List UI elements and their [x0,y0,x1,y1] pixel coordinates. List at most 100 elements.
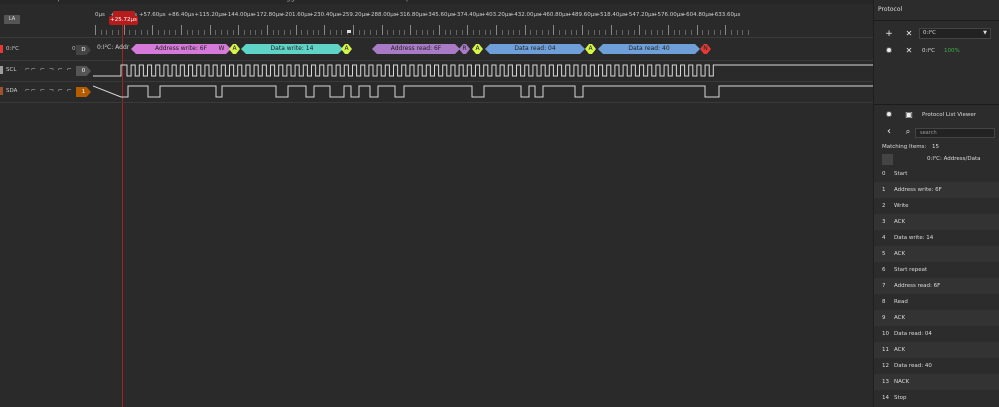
toolbar-label[interactable]: Measure [248,0,278,2]
list-item-index: 3 [882,219,886,225]
ruler-major-tick [610,25,612,35]
annotation-block[interactable]: Data read: 40 [598,44,700,54]
ruler-major-tick [209,25,211,35]
toolbar-label[interactable]: Start [222,0,239,2]
list-item[interactable]: 6 Start repeat [874,262,999,278]
ruler-major-tick [725,25,727,35]
annotation-marker[interactable]: N [700,44,711,54]
list-item[interactable]: 4 Data write: 14 [874,230,999,246]
ruler-minor-tick [364,30,366,35]
annotation-block[interactable]: Address read: 6F [372,44,460,54]
la-device-badge[interactable]: LA [4,15,20,24]
list-item[interactable]: 1 Address write: 6F [874,182,999,198]
ruler-minor-tick [175,30,177,35]
ruler-tick-label: +316.80μs [395,12,426,18]
decoder-channel-header[interactable]: 0:I²C 0 D [0,42,93,58]
toolbar-label[interactable]: Search [366,0,390,2]
sda-waveform[interactable] [93,83,873,99]
ruler-major-tick [266,25,268,35]
settings-gear-icon[interactable]: ✹ [884,46,894,56]
list-item-value: Start [894,171,908,177]
scl-name: SCL [6,67,17,73]
list-item[interactable]: 7 Address read: 6F [874,278,999,294]
ruler-major-tick [553,25,555,35]
ruler-minor-tick [370,30,372,35]
annotation-block[interactable]: Data write: 14 [241,44,343,54]
search-input[interactable]: search [915,128,995,138]
list-item[interactable]: 10 Data read: 04 [874,326,999,342]
toolbar-label[interactable]: Tip [400,0,410,2]
ruler-tick-label: +144.00μs [223,12,254,18]
list-item[interactable]: 12 Data read: 40 [874,358,999,374]
trigger-icons[interactable]: ⌐⌐ ⌐ ¬ ⌐ ⌐ [25,66,73,73]
ruler-minor-tick [490,30,492,35]
decoder-tag[interactable]: D [76,45,91,55]
list-item-value: ACK [894,315,906,321]
list-item-index: 5 [882,251,886,257]
list-item[interactable]: 3 ACK [874,214,999,230]
delete-decoder-icon[interactable]: ✕ [904,46,914,56]
annotation-marker[interactable]: A [585,44,596,54]
list-item[interactable]: 2 Write [874,198,999,214]
scl-waveform[interactable] [93,62,873,78]
save-icon[interactable]: ▣ [904,110,914,120]
list-item-index: 4 [882,235,886,241]
list-item[interactable]: 9 ACK [874,310,999,326]
ruler-minor-tick [404,30,406,35]
scl-channel-header[interactable]: SCL ⌐⌐ ⌐ ¬ ⌐ ⌐ 0 [0,63,93,79]
ruler-minor-tick [564,30,566,35]
ruler-major-tick [496,25,498,35]
cursor-time-badge[interactable]: +25.72μs [109,16,138,25]
sda-tag[interactable]: 1 [76,87,91,97]
time-ruler[interactable]: 0μs+28.80μs+57.60μs+86.40μs+115.20μs+144… [93,6,873,36]
list-item-index: 11 [882,347,889,353]
ruler-minor-tick [645,30,647,35]
annotation-marker[interactable]: A [472,44,483,54]
ruler-tick-label: +57.60μs [138,12,166,18]
column-toggle[interactable] [882,154,893,165]
row-divider [0,81,873,82]
ruler-minor-tick [289,30,291,35]
list-item-value: Address read: 6F [894,283,941,289]
ruler-minor-tick [507,30,509,35]
ruler-minor-tick [375,30,377,35]
annotation-block[interactable]: Data read: 04 [485,44,585,54]
list-item[interactable]: 5 ACK [874,246,999,262]
annotation-marker[interactable]: R [459,44,470,54]
list-item[interactable]: 14 Stop [874,390,999,406]
toolbar-label[interactable]: Decode [306,0,333,2]
list-item-index: 6 [882,267,886,273]
panel-divider [874,20,999,21]
remove-protocol-icon[interactable]: ✕ [904,29,914,39]
toolbar-label[interactable]: Measure [334,0,364,2]
list-item[interactable]: 13 NACK [874,374,999,390]
protocol-select[interactable]: 0:I²C ▼ [919,28,991,39]
annotation-marker[interactable]: A [341,44,352,54]
ruler-minor-tick [284,30,286,35]
add-protocol-icon[interactable]: + [884,29,894,39]
back-arrow-icon[interactable]: ‹ [884,127,894,137]
settings-gear-icon[interactable]: ✹ [884,110,894,120]
chevron-down-icon: ▼ [983,30,987,36]
list-item-value: ACK [894,251,906,257]
scl-tag[interactable]: 0 [76,66,91,76]
toolbar-label[interactable]: Options [52,0,79,2]
list-item[interactable]: 8 Read [874,294,999,310]
channel-color-marker [0,45,3,53]
ruler-minor-tick [146,30,148,35]
list-item[interactable]: 0 Start [874,166,999,182]
ruler-minor-tick [656,30,658,35]
toolbar-label[interactable]: Trigger [278,0,302,2]
ruler-minor-tick [301,30,303,35]
trigger-icons[interactable]: ⌐⌐ ⌐ ¬ ⌐ ⌐ [25,87,73,94]
ruler-minor-tick [599,30,601,35]
sda-channel-header[interactable]: SDA ⌐⌐ ⌐ ¬ ⌐ ⌐ 1 [0,84,93,100]
ruler-tick-label: +115.20μs [194,12,225,18]
ruler-tick-label: +345.60μs [423,12,454,18]
ruler-marker [347,30,351,33]
annotation-marker[interactable]: A [229,44,240,54]
list-item[interactable]: 11 ACK [874,342,999,358]
ruler-tick-label: +259.20μs [337,12,368,18]
ruler-minor-tick [748,30,750,35]
toolbar-label[interactable]: Mode [186,0,205,2]
